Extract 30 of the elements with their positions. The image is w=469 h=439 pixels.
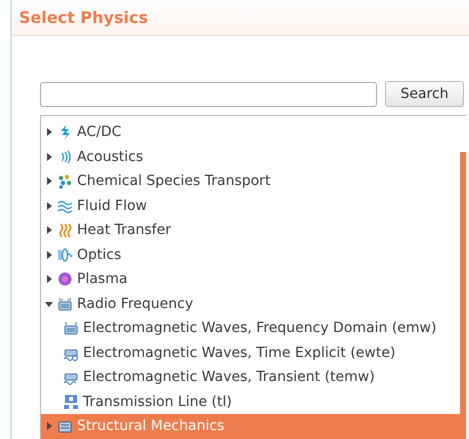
expand-arrow-icon[interactable] bbox=[44, 152, 54, 162]
tree-item[interactable]: AC/DC bbox=[41, 120, 460, 144]
physics-icon bbox=[57, 296, 73, 312]
scrollbar-thumb[interactable] bbox=[460, 152, 466, 439]
search-field[interactable] bbox=[40, 82, 377, 106]
tree-item[interactable]: Electromagnetic Waves, Frequency Domain (emw) bbox=[41, 316, 460, 340]
search-button[interactable]: Search bbox=[385, 81, 464, 107]
tree-item[interactable]: Radio Frequency bbox=[41, 292, 460, 316]
physics-icon bbox=[57, 271, 73, 288]
tree-item[interactable]: Plasma bbox=[41, 267, 460, 292]
tree-item[interactable]: Acoustics bbox=[41, 144, 460, 169]
panel-title: Select Physics bbox=[19, 8, 148, 27]
expand-arrow-icon[interactable] bbox=[44, 127, 54, 138]
expand-arrow-icon[interactable] bbox=[44, 225, 54, 236]
expand-arrow-icon[interactable] bbox=[44, 250, 54, 260]
expand-arrow-icon[interactable] bbox=[44, 274, 54, 284]
tree-item[interactable]: Electromagnetic Waves, Time Explicit (ewte) bbox=[41, 340, 460, 365]
physics-icon bbox=[57, 173, 73, 190]
physics-icon bbox=[57, 222, 73, 238]
tree-item[interactable]: Transmission Line (tl) bbox=[41, 390, 460, 414]
tree-item[interactable]: Heat Transfer bbox=[41, 218, 460, 242]
physics-icon bbox=[63, 394, 79, 410]
physics-icon bbox=[63, 320, 79, 336]
physics-icon bbox=[57, 246, 73, 263]
expand-arrow-icon[interactable] bbox=[44, 176, 54, 186]
tree-item[interactable]: Electromagnetic Waves, Transient (temw) bbox=[41, 365, 460, 390]
tree-item[interactable]: Optics bbox=[41, 242, 460, 267]
tree-item[interactable]: Fluid Flow bbox=[41, 194, 460, 218]
expand-arrow-icon[interactable] bbox=[44, 200, 54, 211]
tree-item[interactable]: Chemical Species Transport bbox=[41, 169, 460, 194]
